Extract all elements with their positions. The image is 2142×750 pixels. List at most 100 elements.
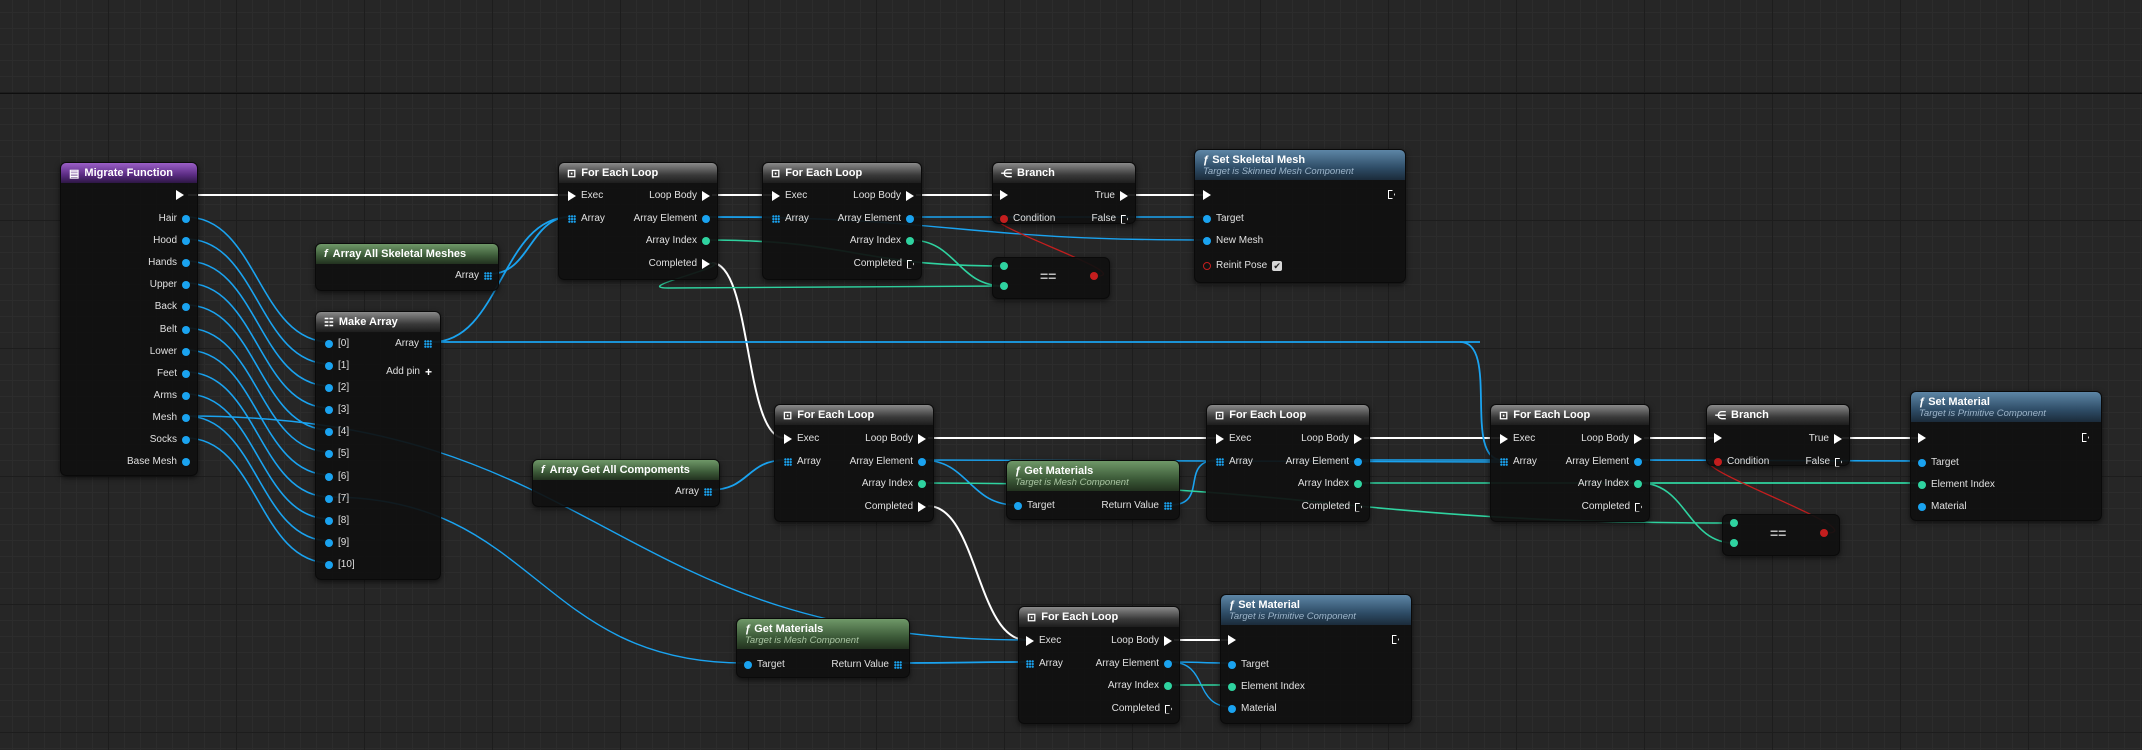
set-skel-reinit-pose[interactable]: Reinit Pose ✔: [1203, 260, 1283, 272]
equals2-in-a[interactable]: [1730, 519, 1738, 527]
migrate-out-hands[interactable]: Hands: [80, 257, 190, 269]
fe-f-completed[interactable]: Completed: [1072, 703, 1172, 715]
equals2-out[interactable]: [1820, 529, 1828, 537]
fe-e-exec-in[interactable]: Exec: [1500, 433, 1535, 445]
branch2-true[interactable]: True: [1774, 433, 1842, 445]
fe-c-array-in[interactable]: Array: [784, 456, 821, 468]
fe-d-completed[interactable]: Completed: [1262, 501, 1362, 513]
set-mat2-target[interactable]: Target: [1228, 659, 1269, 671]
make-array-in-4[interactable]: [4]: [325, 426, 349, 438]
fe-a-exec-in[interactable]: Exec: [568, 190, 603, 202]
make-array-in-2[interactable]: [2]: [325, 382, 349, 394]
set-skel-exec-in[interactable]: [1203, 190, 1211, 200]
make-array-in-5[interactable]: [5]: [325, 448, 349, 460]
fe-a-array-element[interactable]: Array Element: [610, 213, 710, 225]
migrate-out-hood[interactable]: Hood: [80, 235, 190, 247]
fe-b-completed[interactable]: Completed: [814, 258, 914, 270]
set-mat1-exec-out[interactable]: [2082, 433, 2089, 442]
fe-f-array-element[interactable]: Array Element: [1072, 658, 1172, 670]
fe-b-array-in[interactable]: Array: [772, 213, 809, 225]
set-skel-new-mesh[interactable]: New Mesh: [1203, 235, 1263, 247]
equals2-in-b[interactable]: [1730, 539, 1738, 547]
fe-c-array-element[interactable]: Array Element: [826, 456, 926, 468]
fe-a-array-in[interactable]: Array: [568, 213, 605, 225]
migrate-out-belt[interactable]: Belt: [80, 324, 190, 336]
migrate-out-socks[interactable]: Socks: [80, 434, 190, 446]
make-array-in-0[interactable]: [0]: [325, 338, 349, 350]
branch1-condition[interactable]: Condition: [1000, 213, 1055, 225]
branch2-condition[interactable]: Condition: [1714, 456, 1769, 468]
fe-c-array-index[interactable]: Array Index: [826, 478, 926, 490]
fe-e-array-element[interactable]: Array Element: [1542, 456, 1642, 468]
set-skel-target[interactable]: Target: [1203, 213, 1244, 225]
fe-c-loop-body[interactable]: Loop Body: [826, 433, 926, 445]
set-mat1-element-index[interactable]: Element Index: [1918, 479, 1995, 491]
migrate-out-hair[interactable]: Hair: [80, 213, 190, 225]
fe-b-array-index[interactable]: Array Index: [814, 235, 914, 247]
blueprint-graph[interactable]: ▤ Migrate Function Hair Hood Hands Upper …: [0, 0, 2142, 750]
migrate-function-node[interactable]: ▤ Migrate Function: [60, 162, 198, 476]
migrate-out-feet[interactable]: Feet: [80, 368, 190, 380]
fe-c-completed[interactable]: Completed: [826, 501, 926, 513]
set-mat2-exec-in[interactable]: [1228, 635, 1236, 645]
set-mat2-exec-out[interactable]: [1392, 635, 1399, 644]
make-array-in-3[interactable]: [3]: [325, 404, 349, 416]
migrate-out-back[interactable]: Back: [80, 301, 190, 313]
branch2-false[interactable]: False: [1774, 456, 1842, 468]
set-mat2-element-index[interactable]: Element Index: [1228, 681, 1305, 693]
equals1-in-a[interactable]: [1000, 262, 1008, 270]
fe-e-array-in[interactable]: Array: [1500, 456, 1537, 468]
set-mat1-material[interactable]: Material: [1918, 501, 1967, 513]
fe-e-array-index[interactable]: Array Index: [1542, 478, 1642, 490]
get-mat2-return-value[interactable]: Return Value: [810, 659, 902, 671]
get-components-array-out[interactable]: Array: [630, 486, 712, 498]
fe-b-array-element[interactable]: Array Element: [814, 213, 914, 225]
fe-d-array-index[interactable]: Array Index: [1262, 478, 1362, 490]
equals1-out[interactable]: [1090, 272, 1098, 280]
branch2-exec-in[interactable]: [1714, 433, 1722, 443]
set-mat1-target[interactable]: Target: [1918, 457, 1959, 469]
fe-d-array-element[interactable]: Array Element: [1262, 456, 1362, 468]
migrate-out-arms[interactable]: Arms: [80, 390, 190, 402]
make-array-out[interactable]: Array: [360, 338, 432, 350]
fe-b-exec-in[interactable]: Exec: [772, 190, 807, 202]
fe-a-loop-body[interactable]: Loop Body: [610, 190, 710, 202]
fe-d-loop-body[interactable]: Loop Body: [1262, 433, 1362, 445]
fe-f-loop-body[interactable]: Loop Body: [1072, 635, 1172, 647]
fe-d-exec-in[interactable]: Exec: [1216, 433, 1251, 445]
fe-a-array-index[interactable]: Array Index: [610, 235, 710, 247]
make-array-add-pin[interactable]: Add pin +: [360, 366, 432, 378]
fe-d-array-in[interactable]: Array: [1216, 456, 1253, 468]
make-array-in-10[interactable]: [10]: [325, 559, 355, 571]
branch1-false[interactable]: False: [1060, 213, 1128, 225]
fe-e-loop-body[interactable]: Loop Body: [1542, 433, 1642, 445]
branch1-true[interactable]: True: [1060, 190, 1128, 202]
make-array-in-7[interactable]: [7]: [325, 493, 349, 505]
array-get-all-components-node[interactable]: f Array Get All Compoments: [532, 459, 720, 507]
get-mat1-return-value[interactable]: Return Value: [1080, 500, 1172, 512]
equals1-in-b[interactable]: [1000, 282, 1008, 290]
set-skel-exec-out[interactable]: [1388, 190, 1395, 199]
get-mat2-target[interactable]: Target: [744, 659, 785, 671]
get-mat1-target[interactable]: Target: [1014, 500, 1055, 512]
fe-f-array-index[interactable]: Array Index: [1072, 680, 1172, 692]
set-mat2-material[interactable]: Material: [1228, 703, 1277, 715]
fe-a-completed[interactable]: Completed: [610, 258, 710, 270]
fe-f-array-in[interactable]: Array: [1026, 658, 1063, 670]
migrate-out-lower[interactable]: Lower: [80, 346, 190, 358]
checkbox-checked-icon[interactable]: ✔: [1272, 261, 1283, 271]
migrate-out-mesh[interactable]: Mesh: [80, 412, 190, 424]
fe-e-completed[interactable]: Completed: [1542, 501, 1642, 513]
make-array-in-8[interactable]: [8]: [325, 515, 349, 527]
set-mat1-exec-in[interactable]: [1918, 433, 1926, 443]
make-array-in-9[interactable]: [9]: [325, 537, 349, 549]
branch1-exec-in[interactable]: [1000, 190, 1008, 200]
array-all-skeletal-meshes-node[interactable]: f Array All Skeletal Meshes: [315, 243, 499, 291]
fe-b-loop-body[interactable]: Loop Body: [814, 190, 914, 202]
make-array-in-6[interactable]: [6]: [325, 471, 349, 483]
fe-c-exec-in[interactable]: Exec: [784, 433, 819, 445]
migrate-out-upper[interactable]: Upper: [80, 279, 190, 291]
migrate-exec-out[interactable]: [176, 190, 184, 200]
make-array-in-1[interactable]: [1]: [325, 360, 349, 372]
skeletal-array-out[interactable]: Array: [420, 270, 492, 282]
